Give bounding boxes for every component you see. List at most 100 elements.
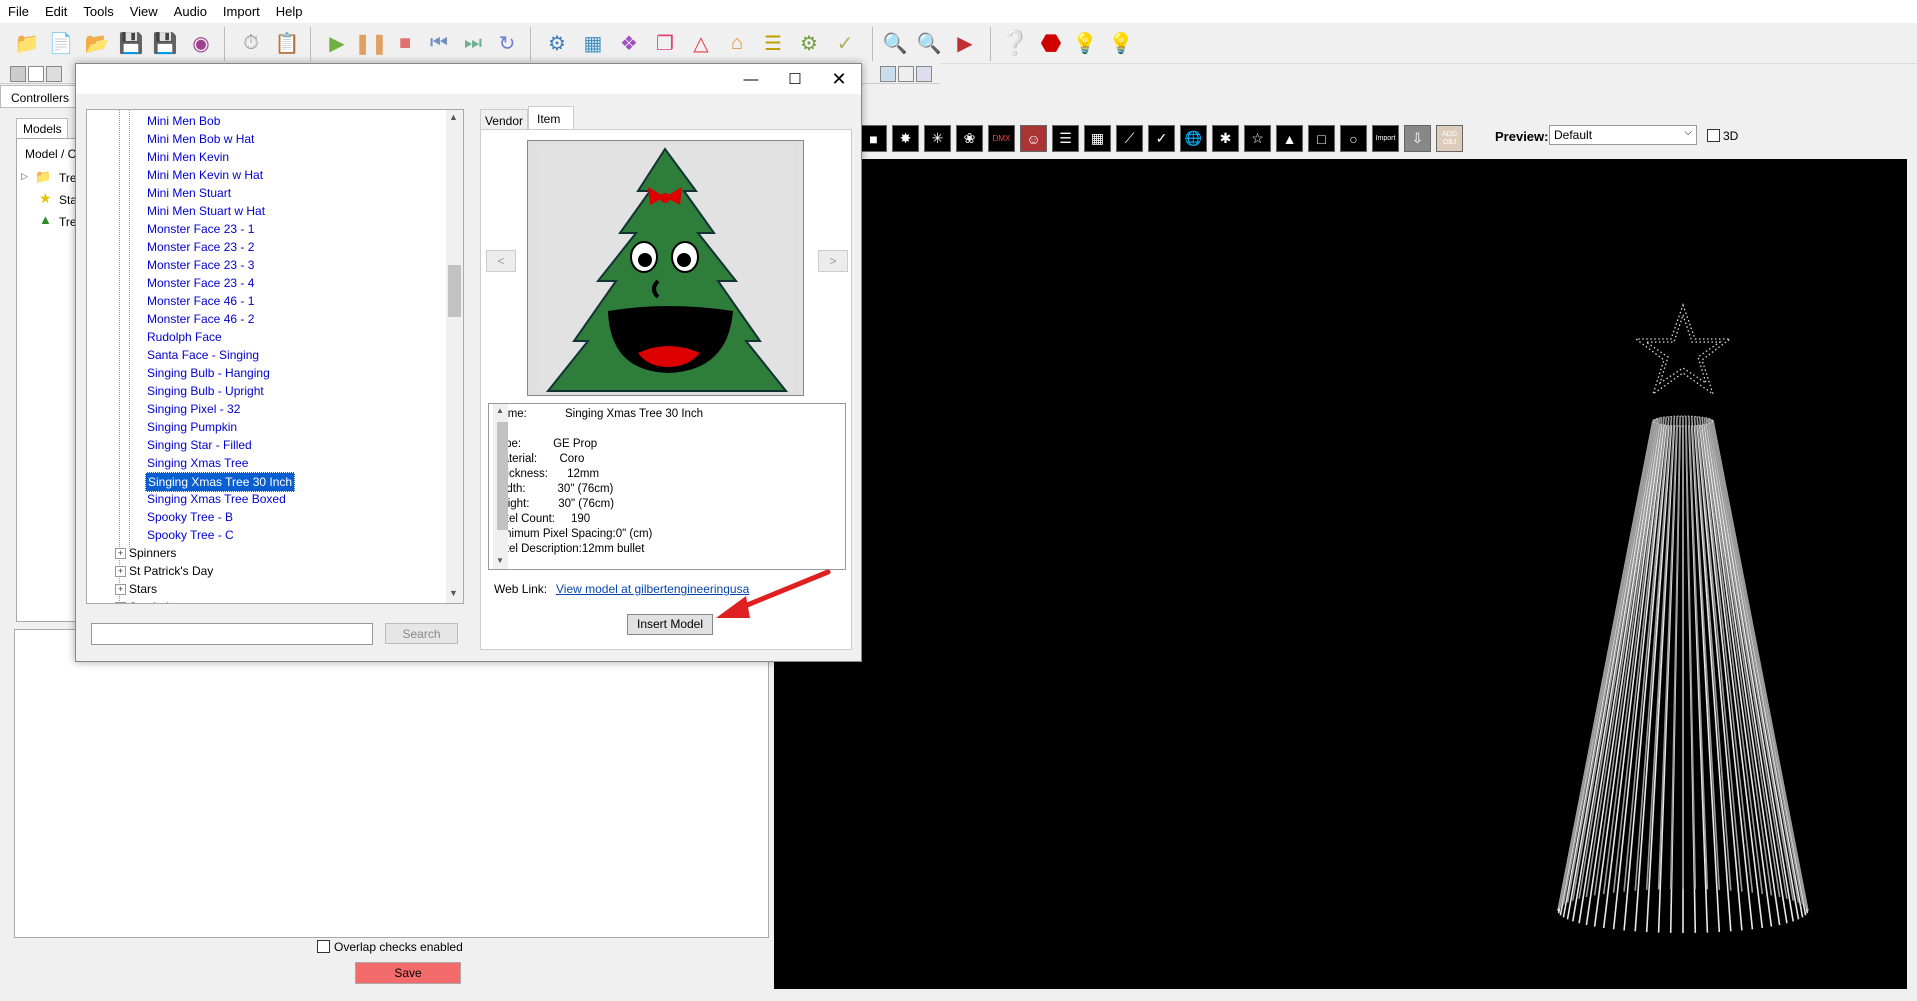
gear2-icon[interactable]: ⚙: [794, 28, 824, 58]
scroll-thumb[interactable]: [497, 422, 508, 530]
overlap-checks-checkbox[interactable]: Overlap checks enabled: [317, 940, 463, 954]
menu-file[interactable]: File: [0, 0, 37, 19]
save-button[interactable]: Save: [355, 962, 461, 984]
expand-icon[interactable]: ▷: [21, 171, 28, 182]
tree-item[interactable]: Singing Xmas Tree 30 Inch: [145, 472, 296, 492]
circle-model-icon[interactable]: ○: [1340, 125, 1367, 152]
zoom-out-icon[interactable]: 🔍: [914, 28, 944, 58]
dot-icon[interactable]: ■: [860, 125, 887, 152]
tree-item[interactable]: Mini Men Bob: [147, 112, 220, 130]
tree-item[interactable]: Spooky Tree - B: [147, 508, 233, 526]
3d-checkbox[interactable]: 3D: [1707, 129, 1738, 143]
tree-item[interactable]: Singing Xmas Tree: [147, 454, 248, 472]
settings-gear-icon[interactable]: ⚙: [542, 28, 572, 58]
tree-item[interactable]: Singing Pumpkin: [147, 418, 237, 436]
menu-tools[interactable]: Tools: [75, 0, 121, 19]
expand-icon[interactable]: +: [115, 566, 126, 577]
search-button[interactable]: Search: [385, 623, 458, 644]
menu-view[interactable]: View: [122, 0, 166, 19]
tree-item[interactable]: Monster Face 46 - 2: [147, 310, 254, 328]
save-as-icon[interactable]: 💾: [150, 28, 180, 58]
bulb-off-icon[interactable]: 💡: [1070, 28, 1100, 58]
tree-category[interactable]: Spinners: [129, 544, 176, 562]
tree-item[interactable]: Singing Bulb - Hanging: [147, 364, 270, 382]
tree-item[interactable]: Mini Men Stuart: [147, 184, 231, 202]
grid-icon[interactable]: ▦: [578, 28, 608, 58]
star-outline-icon[interactable]: ☆: [1244, 125, 1271, 152]
stop-sign-icon[interactable]: ⬣: [1036, 28, 1066, 58]
zoom-in-icon[interactable]: 🔍: [880, 28, 910, 58]
house-icon[interactable]: ⌂: [722, 28, 752, 58]
play-icon[interactable]: ▶: [322, 28, 352, 58]
menu-help[interactable]: Help: [268, 0, 311, 19]
layout4-icon[interactable]: [880, 66, 896, 82]
layout6-icon[interactable]: [916, 66, 932, 82]
close-icon[interactable]: ✕: [817, 64, 861, 94]
tree-item[interactable]: Singing Xmas Tree Boxed: [147, 490, 286, 508]
spinner-icon[interactable]: ✱: [1212, 125, 1239, 152]
minimize-icon[interactable]: —: [729, 64, 773, 94]
rewind-icon[interactable]: ⏮: [424, 28, 454, 58]
tree-category[interactable]: Symbols: [129, 598, 175, 603]
render-icon[interactable]: ◉: [186, 28, 216, 58]
scroll-down-icon[interactable]: ▼: [449, 588, 458, 598]
scroll-up-icon[interactable]: ▲: [449, 112, 458, 122]
save-icon[interactable]: 💾: [116, 28, 146, 58]
single-line-icon[interactable]: ⟋: [1116, 125, 1143, 152]
prev-image-button[interactable]: <: [486, 250, 516, 272]
expand-icon[interactable]: +: [115, 548, 126, 559]
help-icon[interactable]: ❔: [1000, 28, 1030, 58]
pause-icon[interactable]: ❚❚: [354, 28, 388, 58]
checkbox-box[interactable]: [317, 940, 330, 953]
import-icon[interactable]: Import: [1372, 125, 1399, 152]
matrix-icon[interactable]: ▦: [1084, 125, 1111, 152]
face-icon[interactable]: ☺: [1020, 125, 1047, 152]
wreath-icon[interactable]: ❀: [956, 125, 983, 152]
tree-item[interactable]: Mini Men Bob w Hat: [147, 130, 254, 148]
expand-icon[interactable]: +: [115, 584, 126, 595]
starburst-icon[interactable]: ✳: [924, 125, 951, 152]
layout5-icon[interactable]: [898, 66, 914, 82]
icicles-icon[interactable]: ☰: [1052, 125, 1079, 152]
layers-icon[interactable]: ❐: [650, 28, 680, 58]
new-sequence-icon[interactable]: 📄: [46, 28, 76, 58]
tree-item[interactable]: Monster Face 23 - 4: [147, 274, 254, 292]
tree-item[interactable]: Singing Star - Filled: [147, 436, 252, 454]
tree-item[interactable]: Monster Face 23 - 3: [147, 256, 254, 274]
checkbox-box[interactable]: [1707, 129, 1720, 142]
effects-icon[interactable]: ❖: [614, 28, 644, 58]
expand-icon[interactable]: +: [115, 602, 126, 603]
stop-icon[interactable]: ■: [390, 28, 420, 58]
tree-item[interactable]: Monster Face 23 - 2: [147, 238, 254, 256]
tree-scrollbar[interactable]: ▲ ▼: [446, 110, 463, 603]
replay-icon[interactable]: ↻: [492, 28, 522, 58]
layout2-icon[interactable]: [28, 66, 44, 82]
circle-burst-icon[interactable]: ✸: [892, 125, 919, 152]
tree-item[interactable]: Mini Men Stuart w Hat: [147, 202, 265, 220]
details-scrollbar[interactable]: ▲ ▼: [493, 404, 508, 569]
scroll-thumb[interactable]: [448, 265, 461, 317]
tree-item[interactable]: Mini Men Kevin: [147, 148, 229, 166]
forward-icon[interactable]: ⏭: [458, 28, 488, 58]
poly-line-icon[interactable]: ✓: [1148, 125, 1175, 152]
tab-vendor[interactable]: Vendor: [480, 109, 528, 129]
menu-audio[interactable]: Audio: [166, 0, 215, 19]
tree-item[interactable]: Monster Face 46 - 1: [147, 292, 254, 310]
next-image-button[interactable]: >: [818, 250, 848, 272]
tree-item[interactable]: Monster Face 23 - 1: [147, 220, 254, 238]
tree-item[interactable]: Singing Bulb - Upright: [147, 382, 264, 400]
new-folder-icon[interactable]: 📁: [12, 28, 42, 58]
timer-icon[interactable]: ⏱: [236, 28, 266, 58]
tree-category[interactable]: St Patrick's Day: [129, 562, 213, 580]
layout-icon[interactable]: [10, 66, 26, 82]
scroll-up-icon[interactable]: ▲: [496, 406, 504, 415]
tree-item[interactable]: Santa Face - Singing: [147, 346, 259, 364]
bulb-on-icon[interactable]: 💡: [1106, 28, 1136, 58]
tree-item[interactable]: Singing Pixel - 32: [147, 400, 240, 418]
checklist-icon[interactable]: ☰: [758, 28, 788, 58]
tree-model-icon[interactable]: ▲: [1276, 125, 1303, 152]
sphere-icon[interactable]: 🌐: [1180, 125, 1207, 152]
tab-item[interactable]: Item: [528, 106, 574, 129]
tab-controllers[interactable]: Controllers: [0, 85, 80, 107]
download-icon[interactable]: ⇩: [1404, 125, 1431, 152]
